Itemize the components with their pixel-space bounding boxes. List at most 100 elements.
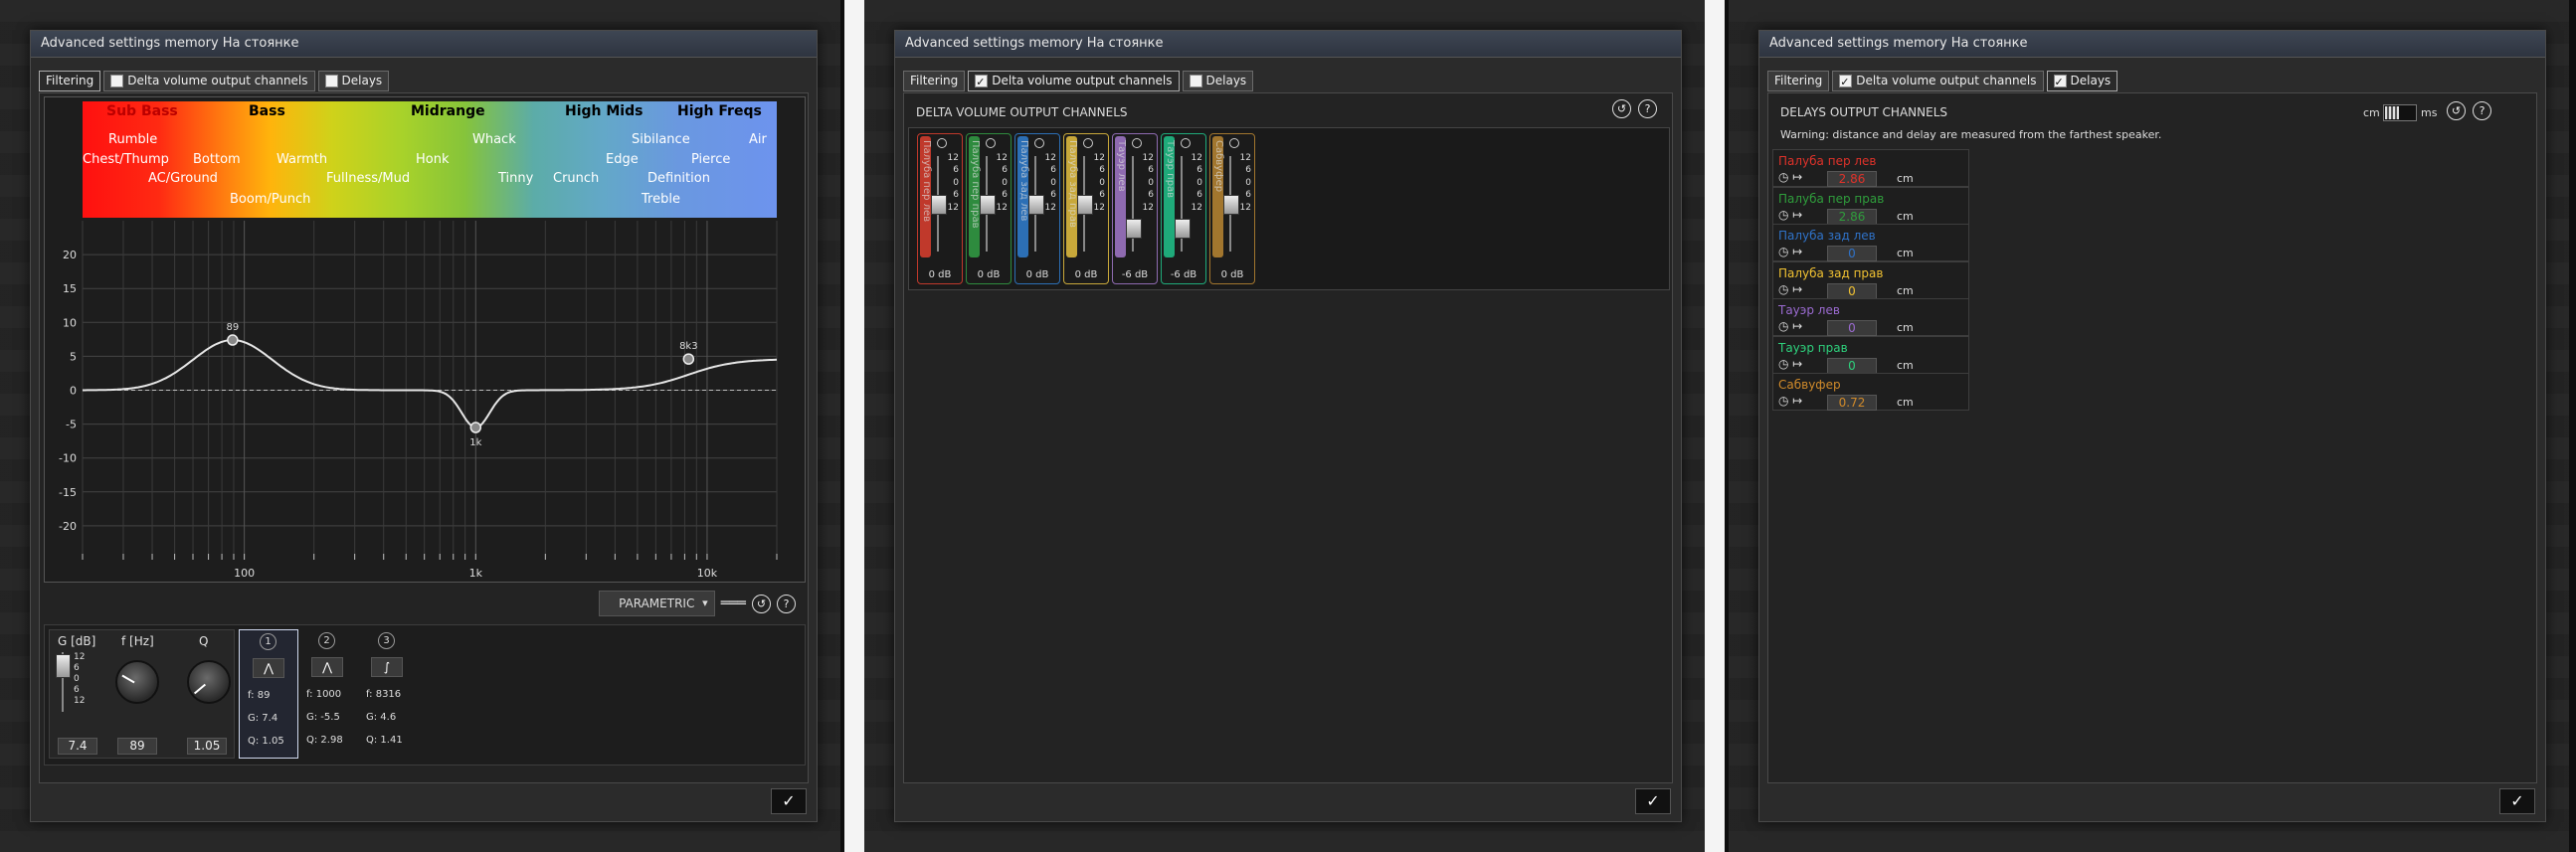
clock-distance-icon: ◷ ↦ <box>1778 207 1803 222</box>
ok-button[interactable]: ✓ <box>771 788 807 814</box>
band-point-label: 8k3 <box>679 341 698 352</box>
tab-label: Delays <box>341 74 383 87</box>
channel-mute-icon[interactable] <box>1132 138 1142 148</box>
band-2[interactable]: 2 ⋀ f: 1000 G: -5.5 Q: 2.98 <box>298 629 356 757</box>
channel-tick: 12 <box>947 153 959 163</box>
delta-checkbox[interactable] <box>1839 73 1853 91</box>
eq-response-graph[interactable]: 20 15 10 5 0 -5 -10 -15 -20 100 1k 10k 89 1k 8k3 <box>45 97 805 582</box>
channel-tick: 12 <box>1142 202 1154 213</box>
channel-tick: 12 <box>1044 153 1056 163</box>
tab-delta[interactable]: Delta volume output channels <box>103 71 315 91</box>
reset-icon[interactable]: ↺ <box>2447 101 2466 120</box>
tab-delta[interactable]: Delta volume output channels <box>1832 71 2044 91</box>
delay-value-input[interactable]: 2.86 <box>1827 171 1877 187</box>
delays-checkbox[interactable] <box>324 75 338 87</box>
q-knob[interactable] <box>187 660 231 704</box>
channel-tick: 6 <box>1002 165 1008 176</box>
band-frequency: f: 8316 <box>366 689 402 700</box>
toggle-knob <box>2385 106 2399 119</box>
delta-checkbox[interactable] <box>975 73 989 91</box>
channel-name: Тауэр прав <box>1165 140 1176 199</box>
channel-value: 0 dB <box>1074 269 1098 280</box>
tab-bar: Filtering Delta volume output channels D… <box>39 71 390 91</box>
channel-tick: 12 <box>1239 202 1251 213</box>
window-title: Advanced settings memory На стоянке <box>895 31 1681 58</box>
delay-value-input[interactable]: 2.86 <box>1827 208 1877 225</box>
peak-filter-icon[interactable]: ⋀ <box>311 657 343 677</box>
gain-value[interactable]: 7.4 <box>58 738 97 755</box>
help-icon[interactable]: ? <box>777 594 796 613</box>
channel-mute-icon[interactable] <box>937 138 947 148</box>
band-point[interactable] <box>682 353 695 365</box>
tab-filtering[interactable]: Filtering <box>39 71 101 91</box>
tab-label: Filtering <box>46 74 94 87</box>
channel-mute-icon[interactable] <box>1083 138 1093 148</box>
filtering-content: Sub Bass Bass Midrange High Mids High Fr… <box>39 92 809 783</box>
channel-tick: 6 <box>953 190 959 201</box>
channel-slider-handle[interactable] <box>1126 219 1142 239</box>
channel-ticks: 12 6 0 6 12 <box>944 152 959 214</box>
unit-toggle[interactable] <box>2383 104 2417 121</box>
shelf-filter-icon[interactable]: ∫ <box>371 657 403 677</box>
tab-bar: Filtering Delta volume output channels D… <box>1767 71 2118 91</box>
link-icon[interactable]: ═══ <box>721 596 746 611</box>
delays-checkbox[interactable] <box>1189 75 1202 87</box>
peak-filter-icon[interactable]: ⋀ <box>253 658 284 678</box>
delay-value-input[interactable]: 0.72 <box>1827 395 1877 411</box>
band-1[interactable]: 1 ⋀ f: 89 G: 7.4 Q: 1.05 <box>239 629 298 759</box>
tab-delays[interactable]: Delays <box>317 71 390 91</box>
y-tick-label: -15 <box>59 486 77 499</box>
freq-header: f [Hz] <box>121 634 154 648</box>
y-tick-label: -20 <box>59 520 77 533</box>
freq-knob[interactable] <box>115 660 159 704</box>
channel-slider-handle[interactable] <box>1175 219 1191 239</box>
band-3[interactable]: 3 ∫ f: 8316 G: 4.6 Q: 1.41 <box>358 629 416 757</box>
channel-ticks: 12 6 0 6 12 <box>993 152 1008 214</box>
unit-ms-label: ms <box>2421 106 2438 119</box>
tab-delays[interactable]: Delays <box>1182 71 1254 91</box>
q-value[interactable]: 1.05 <box>187 738 227 755</box>
delay-entry: Палуба пер прав ◷ ↦ 2.86 cm <box>1772 186 1969 225</box>
band-point[interactable] <box>227 334 239 346</box>
channel-mute-icon[interactable] <box>1229 138 1239 148</box>
band-frequency: f: 89 <box>248 690 271 701</box>
channel-tick: 6 <box>1148 190 1154 201</box>
tab-filtering[interactable]: Filtering <box>1767 71 1830 91</box>
band-q: Q: 1.05 <box>248 736 284 747</box>
filter-mode-dropdown[interactable]: PARAMETRIC <box>598 591 715 616</box>
tab-label: Delays <box>1205 74 1247 87</box>
help-icon[interactable]: ? <box>1638 99 1657 118</box>
delay-value-input[interactable]: 0 <box>1827 320 1877 336</box>
delay-value-input[interactable]: 0 <box>1827 246 1877 261</box>
reset-icon[interactable]: ↺ <box>1612 99 1631 118</box>
band-controls: G [dB] f [Hz] Q 12 6 0 6 12 7.4 89 1.05 <box>49 629 235 759</box>
screenshot-filtering: Advanced settings memory На стоянке Filt… <box>0 0 840 852</box>
delay-value-input[interactable]: 0 <box>1827 357 1877 374</box>
tab-delays[interactable]: Delays <box>2046 71 2118 91</box>
separator <box>1705 0 1725 852</box>
help-icon[interactable]: ? <box>2473 101 2491 120</box>
delays-checkbox[interactable] <box>2053 73 2067 91</box>
gain-ticks: 12 6 0 6 12 <box>74 652 85 707</box>
band-point[interactable] <box>469 422 482 433</box>
band-list: 1 ⋀ f: 89 G: 7.4 Q: 1.05 2 ⋀ f: 1000 G: … <box>239 629 801 759</box>
delay-channel-name: Тауэр прав <box>1778 340 1848 355</box>
reset-icon[interactable]: ↺ <box>752 594 771 613</box>
channel-mute-icon[interactable] <box>1034 138 1044 148</box>
channel-tick: 12 <box>1142 153 1154 163</box>
gain-slider-handle[interactable] <box>56 654 71 678</box>
clock-distance-icon: ◷ ↦ <box>1778 394 1803 408</box>
tab-filtering[interactable]: Filtering <box>903 71 966 91</box>
band-number: 1 <box>260 633 276 650</box>
channel-tick: 6 <box>1050 190 1056 201</box>
ok-button[interactable]: ✓ <box>2499 788 2535 814</box>
channel-mute-icon[interactable] <box>986 138 996 148</box>
freq-value[interactable]: 89 <box>117 738 157 755</box>
tab-delta[interactable]: Delta volume output channels <box>968 71 1180 91</box>
ok-button[interactable]: ✓ <box>1635 788 1671 814</box>
delay-value-input[interactable]: 0 <box>1827 282 1877 299</box>
delta-checkbox[interactable] <box>110 75 124 87</box>
tab-bar: Filtering Delta volume output channels D… <box>903 71 1254 91</box>
channel-mute-icon[interactable] <box>1181 138 1191 148</box>
q-header: Q <box>199 634 209 648</box>
